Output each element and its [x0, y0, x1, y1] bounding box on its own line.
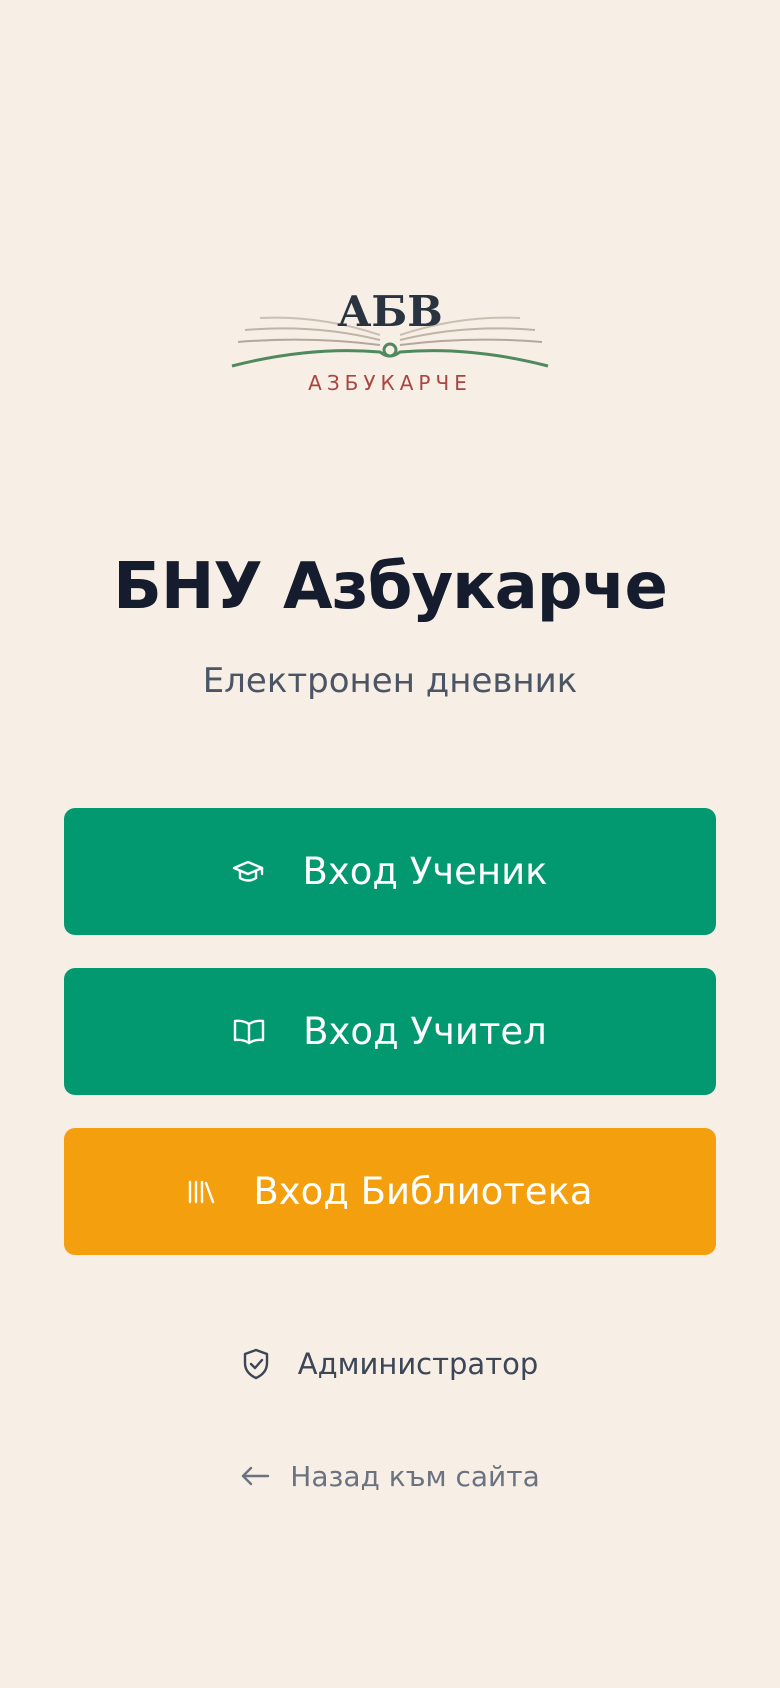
shield-check-icon [242, 1348, 270, 1380]
logo-monogram: АБВ [337, 287, 443, 336]
student-login-label: Вход Ученик [302, 850, 548, 893]
student-login-button[interactable]: Вход Ученик [64, 808, 716, 935]
page-subtitle: Електронен дневник [202, 661, 578, 701]
arrow-left-icon [240, 1465, 270, 1487]
teacher-login-label: Вход Учител [303, 1010, 547, 1053]
page-title: БНУ Азбукарче [113, 550, 668, 624]
library-login-button[interactable]: Вход Библиотека [64, 1128, 716, 1255]
back-to-site-link[interactable]: Назад към сайта [0, 1447, 780, 1505]
back-to-site-label: Назад към сайта [290, 1459, 540, 1493]
open-book-icon [233, 1018, 265, 1046]
teacher-login-button[interactable]: Вход Учител [64, 968, 716, 1095]
library-login-label: Вход Библиотека [253, 1170, 593, 1213]
admin-login-label: Администратор [297, 1347, 539, 1381]
library-shelf-icon [187, 1179, 215, 1205]
graduation-cap-icon [232, 859, 264, 885]
admin-login-link[interactable]: Администратор [0, 1335, 780, 1393]
logo-wordmark: АЗБУКАРЧЕ [308, 371, 472, 395]
school-logo: АБВ АЗБУКАРЧЕ [230, 280, 550, 400]
